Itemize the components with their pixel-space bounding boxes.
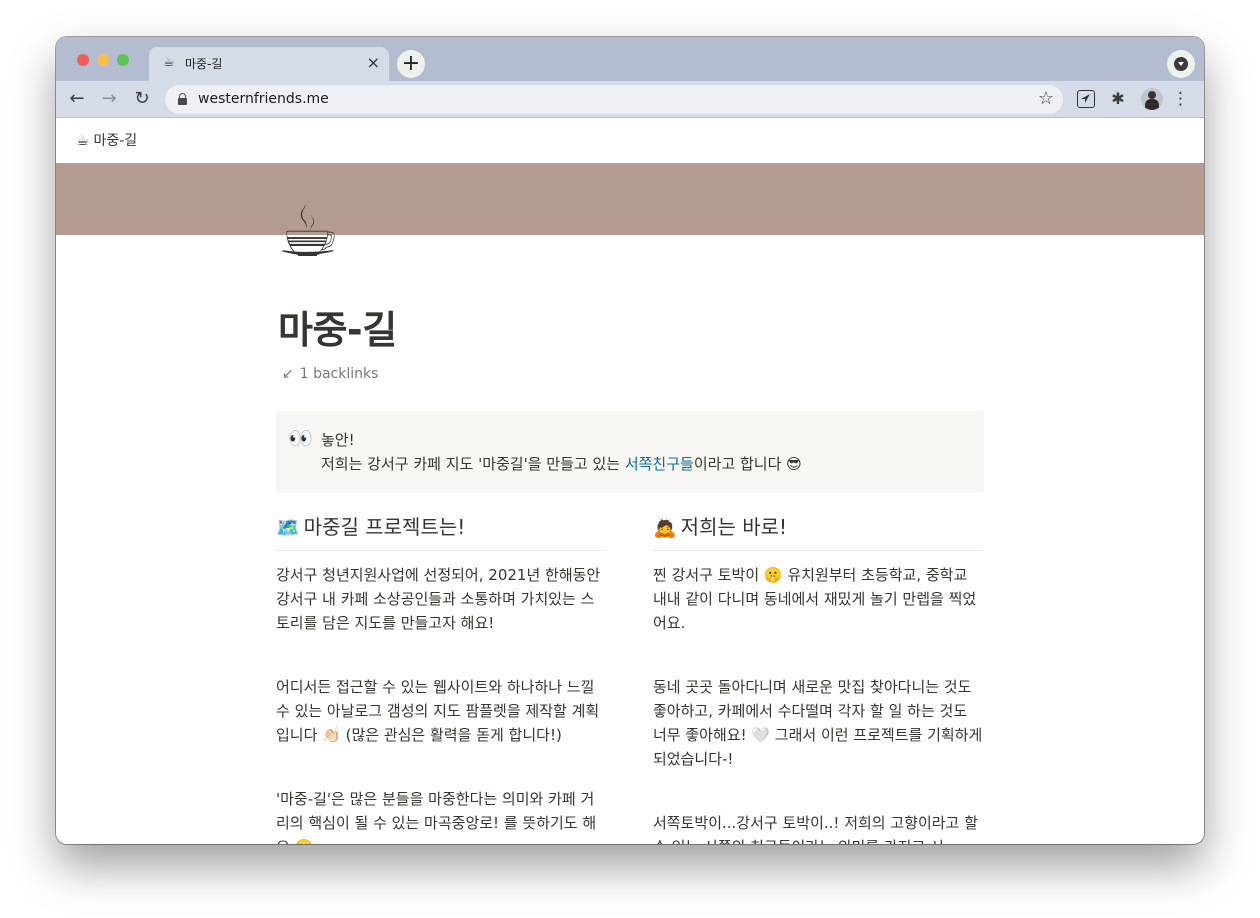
tab-title: 마중-길 — [185, 57, 223, 71]
forward-arrow-icon[interactable]: → — [98, 88, 120, 110]
project-heading: 🗺️ 마중길 프로젝트는! — [276, 513, 606, 551]
more-menu-icon[interactable]: ⋮ — [1172, 89, 1189, 109]
bookmark-star-icon[interactable]: ☆ — [1038, 88, 1054, 110]
eyes-icon: 👀 — [288, 426, 313, 450]
breadcrumb-label: 마중-길 — [93, 133, 138, 149]
backlink-arrow-icon: ↙ — [282, 366, 294, 382]
backlinks[interactable]: ↙ 1 backlinks — [282, 365, 378, 383]
puzzle-extensions-icon[interactable]: ✱ — [1109, 90, 1127, 108]
tab-active[interactable]: ☕ 마중-길 × — [149, 47, 389, 81]
about-paragraph: 서쪽토박이...강서구 토박이..! 저희의 고향이라고 할 수 있는 서쪽의 … — [653, 814, 978, 844]
western-friends-link[interactable]: 서쪽친구들 — [625, 455, 694, 473]
about-us-column: 🙇 저희는 바로! 찐 강서구 토박이 🤫 유치원부터 초등학교, 중학교 내내 … — [653, 513, 983, 844]
new-tab-button[interactable]: + — [397, 50, 425, 78]
address-bar[interactable]: westernfriends.me ☆ — [165, 85, 1063, 114]
close-window-button[interactable] — [77, 54, 89, 66]
callout-text-after: 이라고 합니다 😎 — [693, 455, 802, 473]
about-paragraph: 동네 곳곳 돌아다니며 새로운 맛집 찾아다니는 것도 좋아하고, 카페에서 수… — [653, 678, 983, 768]
back-arrow-icon[interactable]: ← — [66, 88, 88, 110]
reload-icon[interactable]: ↻ — [131, 88, 153, 110]
lock-icon[interactable] — [178, 93, 187, 105]
project-paragraph: 어디서든 접근할 수 있는 웹사이트와 하나하나 느낄 수 있는 아날로그 갬성… — [276, 678, 600, 744]
send-extension-icon[interactable] — [1077, 90, 1095, 108]
tab-search-button[interactable] — [1167, 50, 1195, 78]
page-cover — [56, 163, 1204, 235]
breadcrumb[interactable]: ☕ 마중-길 — [76, 130, 137, 151]
url-text[interactable]: westernfriends.me — [198, 91, 329, 108]
callout-intro: 저희는 강서구 카페 지도 '마중길'을 만들고 있는 서쪽친구들이라고 합니다… — [321, 453, 802, 475]
coffee-icon: ☕ — [76, 131, 90, 149]
project-paragraph: 강서구 청년지원사업에 선정되어, 2021년 한해동안 강서구 내 카페 소상… — [276, 566, 601, 632]
callout-block: 👀 놓안! 저희는 강서구 카페 지도 '마중길'을 만들고 있는 서쪽친구들이… — [276, 411, 984, 493]
browser-window: ☕ 마중-길 × + ← → ↻ westernfriends.me ☆ ✱ ⋮… — [56, 37, 1204, 844]
notion-page: ☕ 마중-길 ☕ 마중-길 ↙ 1 backlinks 👀 놓안! 저희는 강서구 … — [56, 118, 1204, 844]
browser-toolbar: ← → ↻ westernfriends.me ☆ ✱ ⋮ — [56, 81, 1204, 118]
tab-bar: ☕ 마중-길 × + — [56, 37, 1204, 81]
maximize-window-button[interactable] — [117, 54, 129, 66]
page-coffee-icon: ☕ — [277, 191, 340, 273]
about-paragraph: 찐 강서구 토박이 🤫 유치원부터 초등학교, 중학교 내내 같이 다니며 동네… — [653, 566, 977, 632]
project-column: 🗺️ 마중길 프로젝트는! 강서구 청년지원사업에 선정되어, 2021년 한해동… — [276, 513, 606, 844]
project-paragraph: '마중-길'은 많은 분들을 마중한다는 의미와 카페 거리의 핵심이 될 수 … — [276, 790, 597, 844]
page-title: 마중-길 — [278, 308, 397, 352]
callout-text-before: 저희는 강서구 카페 지도 '마중길'을 만들고 있는 — [321, 455, 625, 473]
chevron-down-icon — [1174, 57, 1188, 71]
map-icon: 🗺️ — [276, 517, 300, 539]
coffee-favicon-icon: ☕ — [163, 55, 175, 70]
profile-avatar[interactable] — [1141, 88, 1163, 110]
about-us-heading: 🙇 저희는 바로! — [653, 513, 983, 551]
bowing-person-icon: 🙇 — [653, 517, 677, 539]
minimize-window-button[interactable] — [97, 54, 109, 66]
backlinks-label: 1 backlinks — [299, 366, 379, 382]
close-tab-icon[interactable]: × — [367, 54, 380, 72]
callout-greeting: 놓안! — [321, 431, 355, 449]
